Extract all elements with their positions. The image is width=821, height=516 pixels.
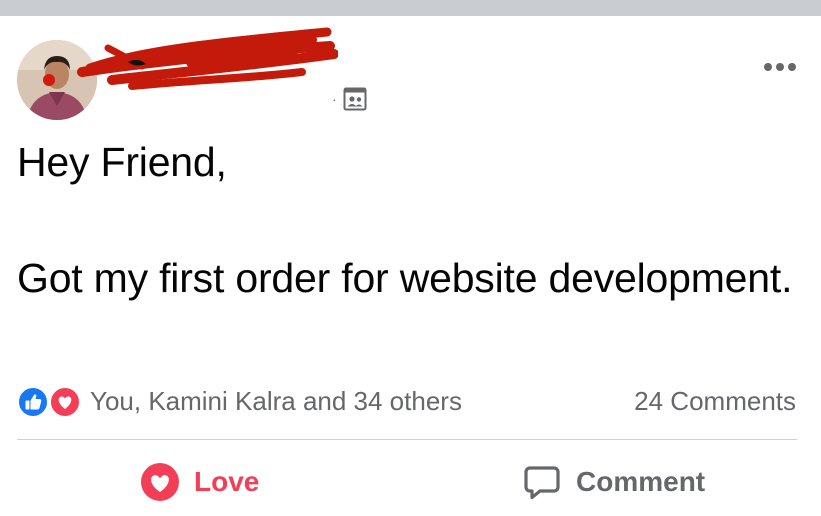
- divider: [17, 439, 797, 440]
- love-reaction-icon: [49, 386, 81, 418]
- more-dots-icon[interactable]: [760, 56, 800, 78]
- comments-count[interactable]: 24 Comments: [634, 384, 796, 418]
- name-redaction-scribble: [77, 27, 338, 90]
- reaction-icons: [17, 384, 83, 418]
- comment-button[interactable]: Comment: [522, 456, 705, 508]
- reaction-summary-text[interactable]: You, Kamini Kalra and 34 others: [90, 384, 462, 418]
- custom-audience-icon[interactable]: [343, 87, 367, 111]
- post-meta: ·: [332, 87, 367, 111]
- love-button-label: Love: [194, 466, 260, 497]
- love-button[interactable]: Love: [140, 456, 259, 508]
- love-icon: [141, 463, 179, 501]
- reaction-summary-bar[interactable]: You, Kamini Kalra and 34 others: [17, 384, 462, 418]
- like-reaction-icon: [17, 386, 49, 418]
- post-text: Hey Friend, Got my first order for websi…: [17, 139, 793, 301]
- comment-icon: [524, 466, 560, 500]
- comment-button-label: Comment: [576, 466, 706, 497]
- meta-separator-dot: ·: [332, 91, 337, 107]
- top-strip: [0, 0, 821, 16]
